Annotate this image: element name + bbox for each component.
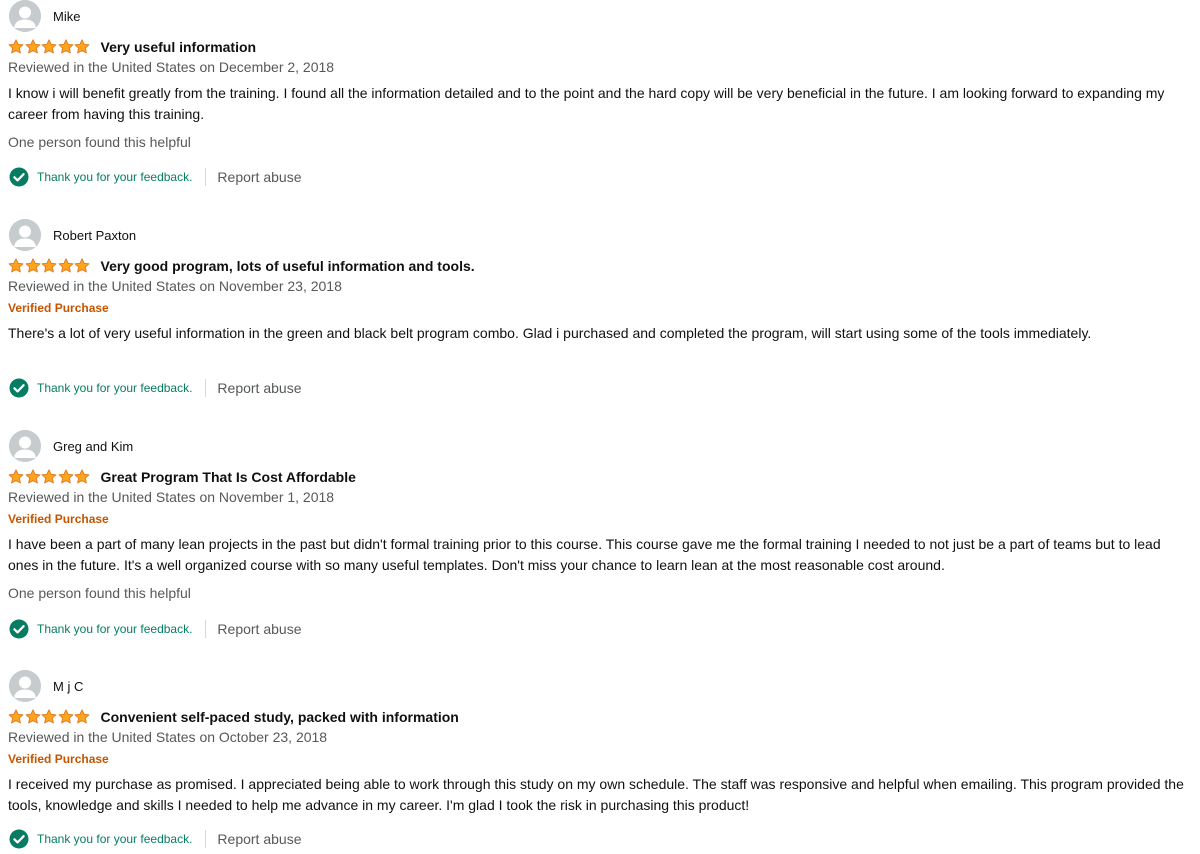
star-icon — [25, 709, 40, 724]
divider — [205, 168, 207, 186]
star-icon — [58, 258, 73, 273]
star-icon — [25, 39, 40, 54]
star-icon — [8, 39, 24, 54]
divider — [205, 379, 207, 397]
star-icon — [74, 258, 90, 273]
star-icon — [58, 469, 73, 484]
star-icon — [58, 709, 73, 724]
star-icon — [74, 709, 90, 724]
review-date: Reviewed in the United States on Novembe… — [8, 489, 335, 505]
review-title-row: Very useful information — [8, 38, 256, 56]
reviewer-profile[interactable]: Mike — [9, 0, 80, 32]
verified-purchase-badge: Verified Purchase — [8, 512, 109, 526]
review-date: Reviewed in the United States on October… — [8, 729, 328, 745]
review-title[interactable]: Very useful information — [101, 39, 257, 55]
helpful-count: One person found this helpful — [8, 134, 191, 150]
review-title-row: Convenient self-paced study, packed with… — [8, 708, 459, 726]
feedback-message: Thank you for your feedback. — [37, 832, 193, 846]
report-abuse-link[interactable]: Report abuse — [217, 380, 301, 396]
star-icon — [8, 709, 24, 724]
star-icon — [41, 258, 57, 273]
default-avatar-icon[interactable] — [9, 219, 41, 251]
review-body: I received my purchase as promised. I ap… — [8, 776, 1184, 813]
star-icon — [74, 469, 90, 484]
verified-purchase-badge: Verified Purchase — [8, 301, 109, 315]
report-abuse-link[interactable]: Report abuse — [217, 169, 301, 185]
feedback-message: Thank you for your feedback. — [37, 622, 193, 636]
report-abuse-link[interactable]: Report abuse — [217, 831, 301, 847]
star-icon — [74, 39, 90, 54]
reviewer-name[interactable]: M j C — [53, 679, 83, 694]
feedback-row: Thank you for your feedback. Report abus… — [9, 166, 301, 188]
review-date: Reviewed in the United States on Novembe… — [8, 278, 342, 294]
reviewer-profile[interactable]: Greg and Kim — [9, 430, 133, 462]
star-icon — [41, 39, 57, 54]
check-circle-icon — [9, 378, 29, 398]
reviewer-name[interactable]: Greg and Kim — [53, 439, 133, 454]
star-icon — [41, 469, 57, 484]
star-icon — [41, 709, 57, 724]
check-circle-icon — [9, 829, 29, 849]
star-rating[interactable] — [8, 258, 91, 274]
star-rating[interactable] — [8, 39, 91, 55]
default-avatar-icon[interactable] — [9, 430, 41, 462]
divider — [205, 620, 207, 638]
default-avatar-icon[interactable] — [9, 670, 41, 702]
feedback-message: Thank you for your feedback. — [37, 381, 193, 395]
check-circle-icon — [9, 167, 29, 187]
feedback-message: Thank you for your feedback. — [37, 170, 193, 184]
reviewer-profile[interactable]: Robert Paxton — [9, 219, 136, 251]
review-title-row: Great Program That Is Cost Affordable — [8, 468, 356, 486]
feedback-row: Thank you for your feedback. Report abus… — [9, 377, 301, 399]
reviewer-name[interactable]: Robert Paxton — [53, 228, 136, 243]
review-title[interactable]: Great Program That Is Cost Affordable — [101, 469, 356, 485]
default-avatar-icon[interactable] — [9, 0, 41, 32]
report-abuse-link[interactable]: Report abuse — [217, 621, 301, 637]
check-circle-icon — [9, 619, 29, 639]
star-icon — [25, 469, 40, 484]
review-title-row: Very good program, lots of useful inform… — [8, 257, 475, 275]
review-body: I have been a part of many lean projects… — [8, 536, 1161, 573]
review-title[interactable]: Convenient self-paced study, packed with… — [101, 709, 459, 725]
review-body: There's a lot of very useful information… — [8, 325, 1092, 341]
verified-purchase-badge: Verified Purchase — [8, 752, 109, 766]
helpful-count: One person found this helpful — [8, 585, 191, 601]
feedback-row: Thank you for your feedback. Report abus… — [9, 828, 301, 850]
star-rating[interactable] — [8, 709, 91, 725]
review-date: Reviewed in the United States on Decembe… — [8, 59, 335, 75]
reviewer-profile[interactable]: M j C — [9, 670, 83, 702]
divider — [205, 830, 207, 848]
reviewer-name[interactable]: Mike — [53, 9, 80, 24]
review-body: I know i will benefit greatly from the t… — [8, 85, 1165, 122]
star-icon — [8, 258, 24, 273]
review-title[interactable]: Very good program, lots of useful inform… — [101, 258, 475, 274]
star-icon — [25, 258, 40, 273]
review-list: Mike Very useful information Reviewed in… — [0, 0, 1200, 854]
feedback-row: Thank you for your feedback. Report abus… — [9, 618, 301, 640]
star-icon — [8, 469, 24, 484]
star-icon — [58, 39, 73, 54]
star-rating[interactable] — [8, 469, 91, 485]
